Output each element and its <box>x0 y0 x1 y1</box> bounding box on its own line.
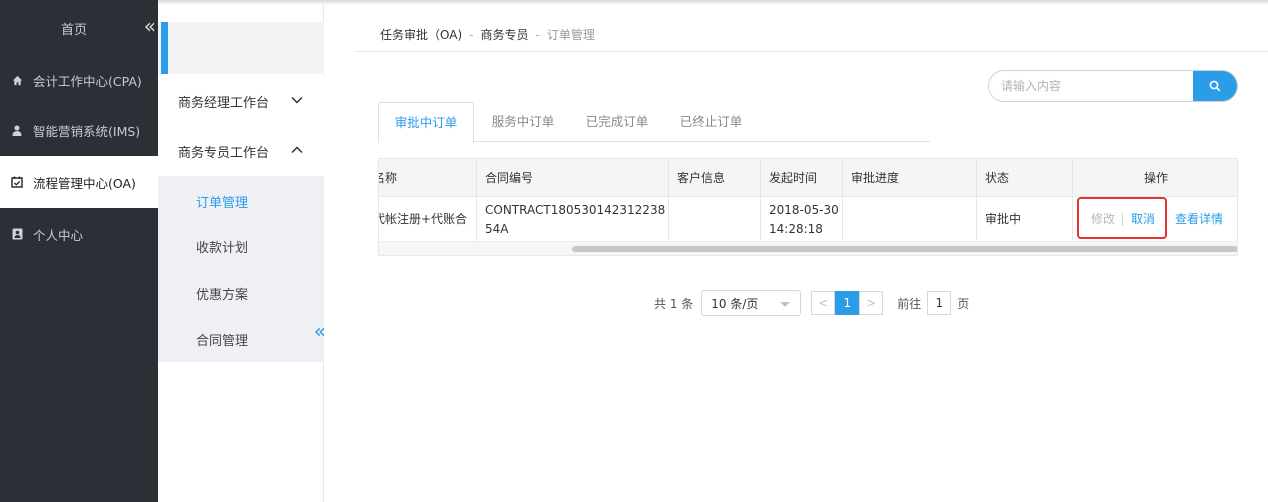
sidebar-item-ims[interactable]: 智能营销系统(IMS) <box>0 104 158 156</box>
breadcrumb-item[interactable]: 任务审批（OA) <box>380 28 462 42</box>
breadcrumb-item[interactable]: 商务专员 <box>480 28 528 42</box>
cell-customer <box>669 197 761 241</box>
home-icon <box>10 75 24 86</box>
subnav-group-specialist[interactable]: 商务专员工作台 <box>158 126 324 176</box>
caret-down-icon <box>780 302 791 307</box>
sidebar-item-label: 智能营销系统(IMS) <box>33 123 141 139</box>
goto-page-input[interactable]: 1 <box>927 291 952 315</box>
action-separator <box>1122 213 1123 226</box>
subnav-link-collection-plan[interactable]: 收款计划 <box>196 237 248 256</box>
page-size-select[interactable]: 10 条/页 <box>701 290 802 316</box>
subnav-group-label: 商务经理工作台 <box>178 95 270 111</box>
column-header: 操作 <box>1143 171 1168 185</box>
page-unit-label: 页 <box>957 296 970 311</box>
cancel-link[interactable]: 取消 <box>1131 197 1155 241</box>
column-header: 合同编号 <box>477 159 669 197</box>
cell-progress <box>843 197 977 241</box>
subnav-link-contracts[interactable]: 合同管理 <box>196 330 248 349</box>
cell-status: 审批中 <box>977 197 1073 241</box>
column-header: 审批进度 <box>843 159 977 197</box>
scrollbar-thumb[interactable] <box>572 246 1237 252</box>
tab-terminated[interactable]: 已终止订单 <box>670 102 752 142</box>
breadcrumb-separator: - <box>535 28 540 42</box>
page-number-current[interactable]: 1 <box>835 291 860 315</box>
subnav-link-discounts[interactable]: 优惠方案 <box>196 284 248 303</box>
sidebar-item-label: 会计工作中心(CPA) <box>33 73 142 89</box>
cell-start-time: 2018-05-30 14:28:18 <box>761 197 843 241</box>
horizontal-scrollbar[interactable] <box>379 241 1237 255</box>
chevron-down-icon <box>291 96 303 104</box>
search-input[interactable] <box>989 71 1189 101</box>
contact-card-icon <box>10 228 24 240</box>
search-button[interactable] <box>1193 71 1237 101</box>
column-header: 状态 <box>977 159 1073 197</box>
column-header: 发起时间 <box>761 159 843 197</box>
subnav-group-label: 商务专员工作台 <box>178 145 270 161</box>
total-count: 共 1 条 <box>654 296 694 311</box>
subnav-link-orders[interactable]: 订单管理 <box>196 192 248 211</box>
sidebar-item-label: 个人中心 <box>33 227 84 243</box>
main-content: 任务审批（OA)-商务专员-订单管理 审批中订单 服务中订单 已完成订单 已终止… <box>324 4 1268 502</box>
subnav-links-panel: 订单管理 收款计划 优惠方案 合同管理 « <box>158 176 326 362</box>
breadcrumb-current: 订单管理 <box>546 28 595 42</box>
goto-label: 前往 <box>897 296 922 311</box>
collapse-subnav-icon[interactable]: « <box>314 319 326 343</box>
home-label: 首页 <box>60 22 87 38</box>
column-header: 名称 <box>379 159 477 197</box>
page-size-value: 10 条/页 <box>711 296 759 311</box>
next-page-button[interactable]: > <box>859 291 884 315</box>
orders-table: 名称 合同编号 客户信息 发起时间 审批进度 状态 操作 代帐注册+代账合 CO… <box>378 158 1238 256</box>
search-box <box>988 70 1238 102</box>
header-accent-bar <box>161 22 168 74</box>
cell-contract-no: CONTRACT18053014231223854A <box>477 197 669 241</box>
view-details-link[interactable]: 查看详情 <box>1175 197 1223 241</box>
tab-in-service[interactable]: 服务中订单 <box>482 102 564 142</box>
cell-name: 代帐注册+代账合 <box>379 197 477 241</box>
main-sidebar: 首页 « 会计工作中心(CPA) 智能营销系统(IMS) 流程管理中心(OA) … <box>0 0 158 502</box>
order-tabs: 审批中订单 服务中订单 已完成订单 已终止订单 <box>378 102 930 143</box>
chevron-up-icon <box>291 146 303 154</box>
breadcrumb-divider <box>354 51 1268 52</box>
breadcrumb: 任务审批（OA) - 商务专员 - 订单管理 <box>380 26 595 43</box>
tab-completed[interactable]: 已完成订单 <box>576 102 658 142</box>
calendar-check-icon <box>10 176 24 188</box>
search-icon <box>1209 80 1221 92</box>
breadcrumb-separator: - <box>469 28 474 42</box>
prev-page-button[interactable]: < <box>811 291 836 315</box>
pagination: 共 1 条 10 条/页 < 1 > 前往 1 页 <box>654 290 969 316</box>
sub-sidebar: 商务经理工作台 商务专员工作台 订单管理 收款计划 优惠方案 合同管理 « <box>158 4 326 502</box>
sidebar-home[interactable]: 首页 « <box>0 0 158 56</box>
sidebar-item-oa[interactable]: 流程管理中心(OA) <box>0 156 158 208</box>
subnav-group-manager[interactable]: 商务经理工作台 <box>158 76 324 126</box>
sidebar-item-label: 流程管理中心(OA) <box>33 175 136 191</box>
sub-sidebar-header <box>158 22 324 74</box>
collapse-sidebar-icon[interactable]: « <box>144 14 156 38</box>
user-icon <box>10 125 24 136</box>
sidebar-item-cpa[interactable]: 会计工作中心(CPA) <box>0 56 158 104</box>
edit-link[interactable]: 修改 <box>1091 197 1115 241</box>
sidebar-item-personal[interactable]: 个人中心 <box>0 208 158 260</box>
tab-approving[interactable]: 审批中订单 <box>378 102 474 143</box>
column-header: 客户信息 <box>669 159 761 197</box>
